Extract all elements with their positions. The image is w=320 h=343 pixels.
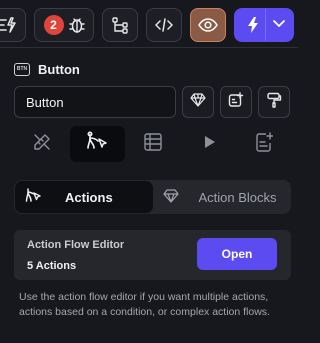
branch-button[interactable]	[102, 8, 138, 42]
eye-icon	[198, 18, 218, 32]
ai-actions-button[interactable]	[0, 8, 26, 42]
play-icon	[202, 135, 216, 154]
toolbar-divider	[0, 47, 298, 48]
tab-actions[interactable]	[69, 126, 126, 162]
widget-premium-button[interactable]	[182, 86, 214, 118]
action-flow-icon	[86, 131, 108, 158]
preview-button[interactable]	[190, 8, 226, 42]
diamond-icon	[190, 92, 206, 112]
run-button[interactable]	[234, 8, 294, 42]
top-toolbar: 2	[0, 0, 298, 47]
action-count: 5 Actions	[27, 260, 77, 272]
tab-backend-query[interactable]	[125, 126, 181, 162]
widget-type-title: Button	[38, 61, 80, 77]
widget-name-input[interactable]	[14, 86, 176, 118]
widget-header: BTN Button	[14, 60, 80, 78]
action-flow-icon	[25, 187, 41, 208]
actions-segmented-control: Actions Action Blocks	[14, 180, 291, 214]
chevron-down-icon[interactable]	[273, 20, 285, 28]
paint-roller-icon	[266, 92, 282, 113]
code-view-button[interactable]	[146, 8, 182, 42]
action-flow-editor-card: Action Flow Editor 5 Actions Open	[14, 230, 291, 280]
table-icon	[143, 132, 163, 156]
open-editor-button[interactable]: Open	[197, 238, 277, 270]
segment-actions[interactable]: Actions	[15, 181, 153, 213]
diamond-icon	[162, 188, 179, 206]
bug-icon	[68, 16, 85, 34]
add-child-button[interactable]	[220, 86, 252, 118]
style-button[interactable]	[258, 86, 290, 118]
segment-action-blocks-label: Action Blocks	[198, 189, 277, 205]
tab-animations[interactable]	[181, 126, 237, 162]
help-text: Use the action flow editor if you want m…	[19, 291, 270, 318]
add-widget-icon	[228, 91, 244, 113]
editor-title: Action Flow Editor	[27, 239, 125, 251]
ai-flash-icon	[0, 17, 17, 33]
segment-actions-label: Actions	[65, 189, 113, 205]
tab-properties[interactable]	[14, 126, 70, 162]
add-document-icon	[255, 131, 274, 157]
run-divider	[265, 9, 266, 41]
notification-badge: 2	[43, 15, 64, 35]
tab-notes[interactable]	[236, 126, 292, 162]
button-widget-icon: BTN	[14, 62, 30, 76]
segment-action-blocks[interactable]: Action Blocks	[153, 181, 291, 213]
branch-icon	[111, 16, 129, 34]
property-tabs	[14, 126, 292, 162]
bolt-icon	[247, 17, 259, 33]
code-icon	[155, 18, 173, 32]
debug-button[interactable]: 2	[34, 8, 94, 42]
ruler-pencil-icon	[32, 132, 52, 157]
